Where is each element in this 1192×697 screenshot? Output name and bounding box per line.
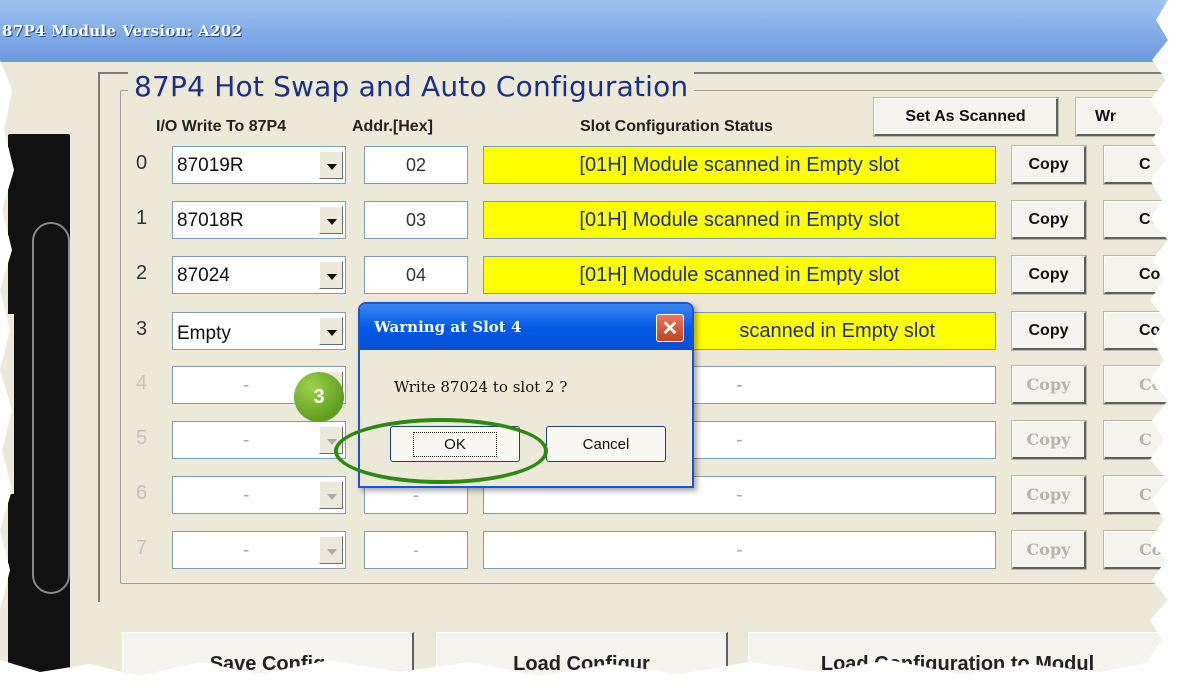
screenshot-page: 87P4 Module Version: A202 87P4 Hot Swap … [0, 0, 1192, 697]
torn-edge-overlay [0, 0, 1192, 697]
